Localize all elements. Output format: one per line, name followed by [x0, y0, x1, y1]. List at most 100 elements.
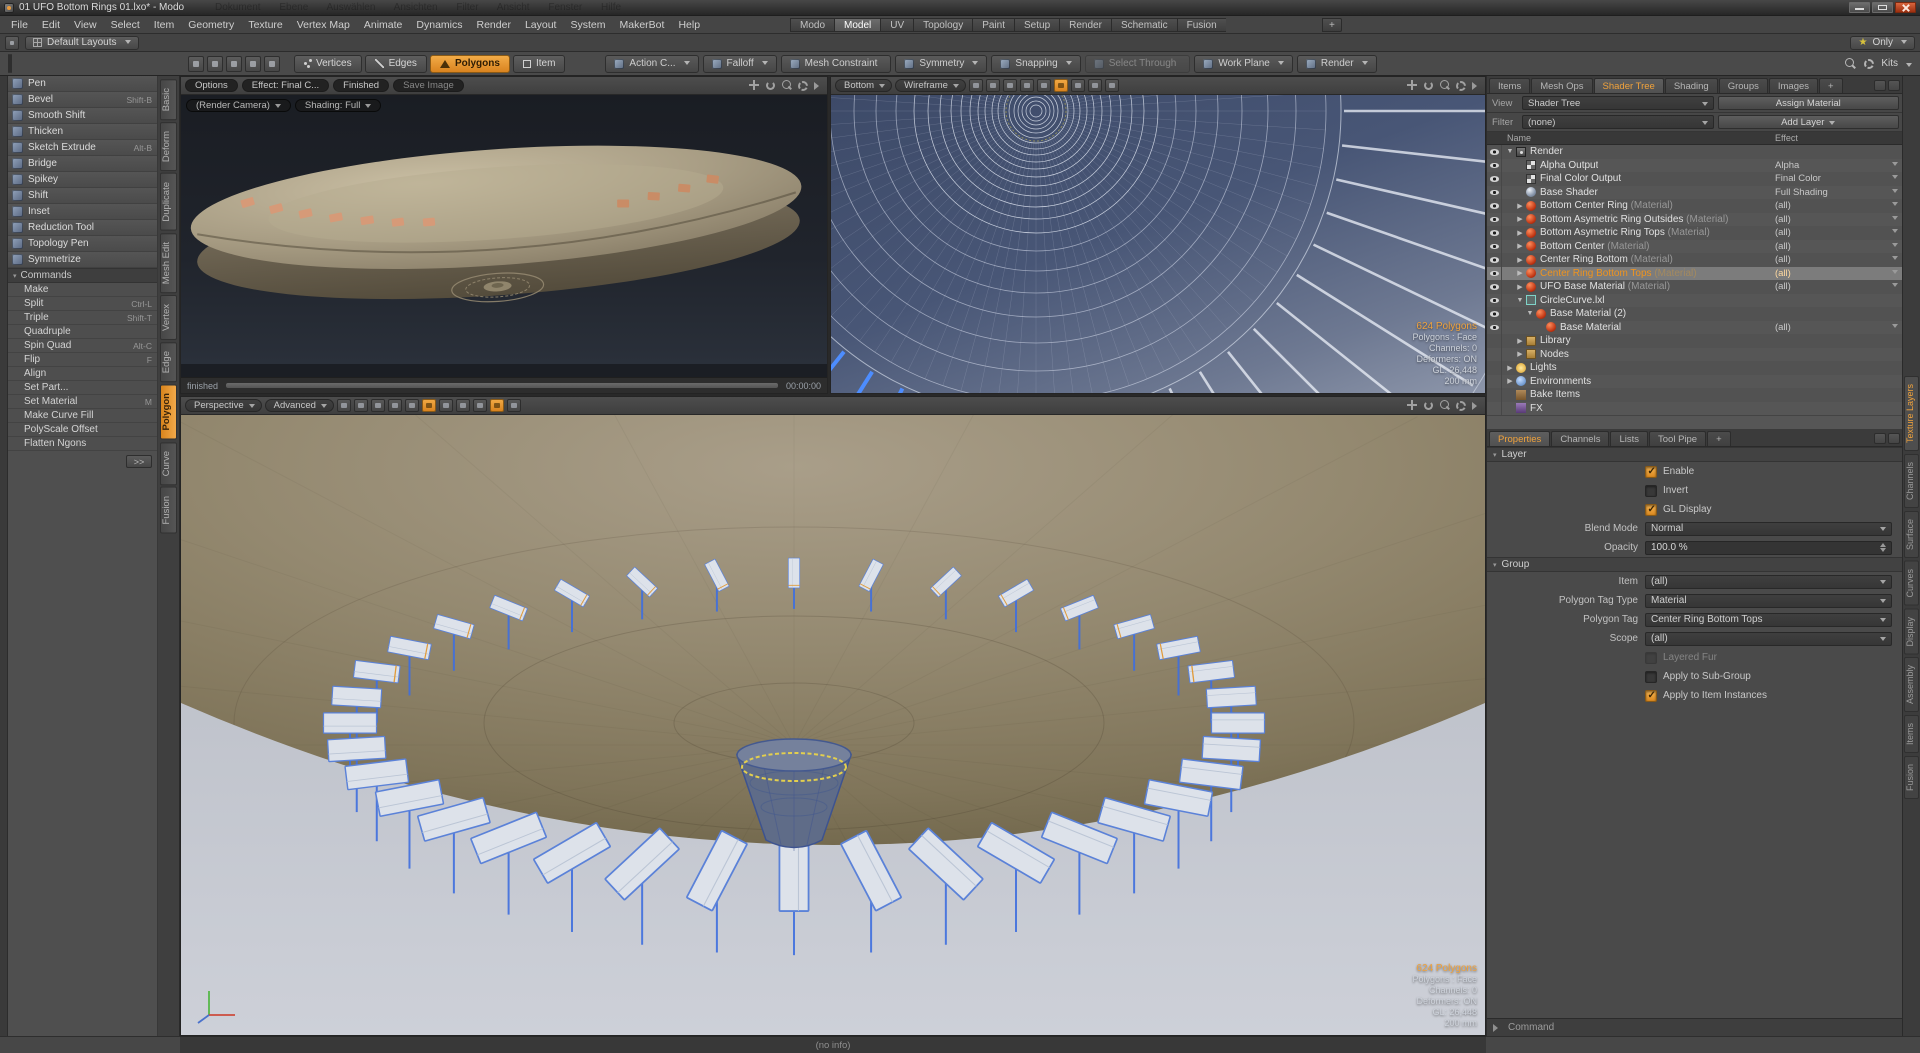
render-shading-selector[interactable]: Shading: Full	[294, 99, 382, 112]
side-panel-tab[interactable]: Channels	[1904, 454, 1919, 509]
layout-tab[interactable]: Modo	[790, 18, 835, 32]
shader-tree-row[interactable]: ▶ Center Ring Bottom (Material) (all)	[1487, 253, 1902, 267]
expand-arrow-icon[interactable]: ▼	[1525, 310, 1535, 317]
viewport-settings-icon[interactable]	[1454, 79, 1467, 92]
preview-scrollbar[interactable]	[226, 383, 778, 388]
expand-arrow-icon[interactable]: ▶	[1515, 229, 1525, 237]
ghost-mode-icon[interactable]	[438, 399, 453, 412]
viewport-settings-icon[interactable]	[1454, 399, 1467, 412]
panel-tab[interactable]: +	[1819, 78, 1843, 93]
tool-item[interactable]: Thicken	[8, 124, 157, 140]
row-dropdown-icon[interactable]	[1892, 202, 1898, 209]
group-section-header[interactable]: Group	[1487, 557, 1902, 572]
visibility-eye-icon[interactable]	[1487, 347, 1502, 361]
panel-tab[interactable]: Images	[1768, 78, 1819, 93]
render-preview-canvas[interactable]: (Render Camera) Shading: Full	[181, 95, 827, 377]
shader-tree-row[interactable]: Bake Items	[1487, 388, 1902, 402]
expand-arrow-icon[interactable]: ▼	[1515, 297, 1525, 304]
panel-menu-icon[interactable]	[1888, 433, 1900, 444]
shader-tree-row[interactable]: FX	[1487, 401, 1902, 415]
shader-tree-row[interactable]: ▶ Bottom Asymetric Ring Tops (Material) …	[1487, 226, 1902, 240]
tool-toggle-button[interactable]: Action C...	[605, 54, 699, 73]
search-icon[interactable]	[1843, 57, 1857, 71]
visibility-eye-icon[interactable]	[1487, 158, 1502, 172]
shader-tree-row[interactable]: ▼ Base Material (2)	[1487, 307, 1902, 321]
command-item[interactable]: Align	[8, 367, 157, 381]
layout-tab[interactable]: Setup	[1014, 18, 1060, 32]
tool-item[interactable]: Symmetrize	[8, 252, 157, 268]
viewport-camera-selector[interactable]: Bottom	[835, 79, 893, 92]
expand-arrow-icon[interactable]: ▶	[1505, 364, 1515, 372]
add-layer-button[interactable]: Add Layer	[1717, 115, 1899, 129]
viewport-menu-caret-icon[interactable]	[1472, 81, 1481, 90]
menu-item[interactable]: Geometry	[181, 19, 241, 31]
zoom-view-icon[interactable]	[1438, 399, 1451, 412]
visibility-eye-icon[interactable]	[1487, 293, 1502, 307]
command-item[interactable]: Make	[8, 283, 157, 297]
invert-checkbox[interactable]	[1645, 484, 1657, 497]
overlay-icon[interactable]	[1104, 79, 1119, 92]
side-panel-tab[interactable]: Texture Layers	[1904, 376, 1919, 452]
opacity-field[interactable]: 100.0 %	[1645, 540, 1892, 555]
expand-arrow-icon[interactable]: ▶	[1515, 283, 1525, 291]
selection-mode-button[interactable]: Vertices	[294, 54, 362, 73]
viewport-shading-selector[interactable]: Wireframe	[895, 79, 966, 92]
panel-pin-icon[interactable]	[1874, 80, 1886, 91]
layer-effect[interactable]: (all)	[1775, 227, 1791, 238]
toolbox-tab[interactable]: Mesh Edit	[160, 233, 177, 294]
visibility-eye-icon[interactable]	[1487, 226, 1502, 240]
row-dropdown-icon[interactable]	[1892, 256, 1898, 263]
command-item[interactable]: Set Part...	[8, 381, 157, 395]
menu-item[interactable]: File	[4, 19, 35, 31]
toolbox-tab[interactable]: Deform	[160, 122, 177, 172]
row-dropdown-icon[interactable]	[1892, 323, 1898, 331]
panel-tab[interactable]: Groups	[1718, 78, 1768, 93]
tool-toggle-button[interactable]: Select Through	[1084, 54, 1191, 73]
polygon-tag-type-dropdown[interactable]: Material	[1645, 593, 1892, 608]
slice-view-icon[interactable]	[1087, 79, 1102, 92]
shader-tree-row[interactable]: ▶ Library	[1487, 334, 1902, 348]
expand-arrow-icon[interactable]: ▶	[1515, 350, 1525, 358]
preview-control-pill[interactable]: Options	[185, 79, 238, 92]
tool-item[interactable]: Reduction Tool	[8, 220, 157, 236]
tool-item[interactable]: Smooth Shift	[8, 108, 157, 124]
lights-toggle-icon[interactable]	[404, 399, 419, 412]
ortho-wireframe-canvas[interactable]: 624 Polygons Polygons : Face Channels: 0…	[831, 95, 1485, 393]
item-dropdown[interactable]: (all)	[1645, 574, 1892, 589]
side-panel-tab[interactable]: Items	[1904, 715, 1919, 754]
menu-item[interactable]: System	[563, 19, 612, 31]
gl-display-checkbox[interactable]	[1645, 503, 1657, 516]
shader-tree-row[interactable]: Final Color Output Final Color	[1487, 172, 1902, 186]
command-item[interactable]: Quadruple	[8, 325, 157, 339]
command-item[interactable]: Flip F	[8, 353, 157, 367]
menu-item[interactable]: MakerBot	[613, 19, 672, 31]
pan-view-icon[interactable]	[748, 79, 761, 92]
only-filter-button[interactable]: ★ Only	[1850, 35, 1915, 50]
layout-tab[interactable]: Fusion	[1176, 18, 1226, 32]
expand-arrow-icon[interactable]: ▶	[1515, 256, 1525, 264]
close-button[interactable]	[1895, 2, 1916, 13]
command-item[interactable]: Set Material M	[8, 395, 157, 409]
split-view-icon[interactable]	[370, 399, 385, 412]
layout-tab[interactable]: Topology	[913, 18, 973, 32]
layout-tab[interactable]: UV	[880, 18, 914, 32]
shader-tree-row[interactable]: ▶ Bottom Asymetric Ring Outsides (Materi…	[1487, 212, 1902, 226]
view-mode-dropdown[interactable]: Shader Tree	[1522, 96, 1714, 110]
preview-control-pill[interactable]: Effect: Final C...	[241, 79, 330, 92]
tool-toggle-button[interactable]: Work Plane	[1194, 54, 1293, 73]
layer-effect[interactable]: Alpha	[1775, 160, 1799, 171]
toolbox-tab[interactable]: Polygon	[160, 384, 177, 440]
tool-toggle-button[interactable]: Render	[1296, 54, 1377, 73]
visibility-eye-icon[interactable]	[1487, 374, 1502, 388]
row-dropdown-icon[interactable]	[1892, 229, 1898, 236]
side-panel-tab[interactable]: Display	[1904, 608, 1919, 655]
auto-activity-icon[interactable]	[1053, 79, 1068, 92]
expand-arrow-icon[interactable]: ▶	[1515, 337, 1525, 345]
tool-toggle-button[interactable]: Mesh Constraint	[780, 54, 892, 73]
render-camera-selector[interactable]: (Render Camera)	[186, 99, 291, 112]
row-dropdown-icon[interactable]	[1892, 188, 1898, 196]
expand-arrow-icon[interactable]: ▶	[1515, 242, 1525, 250]
layout-tab[interactable]: Render	[1059, 18, 1111, 32]
tool-toggle-button[interactable]: Snapping	[991, 54, 1081, 73]
layer-effect[interactable]: Final Color	[1775, 173, 1821, 184]
